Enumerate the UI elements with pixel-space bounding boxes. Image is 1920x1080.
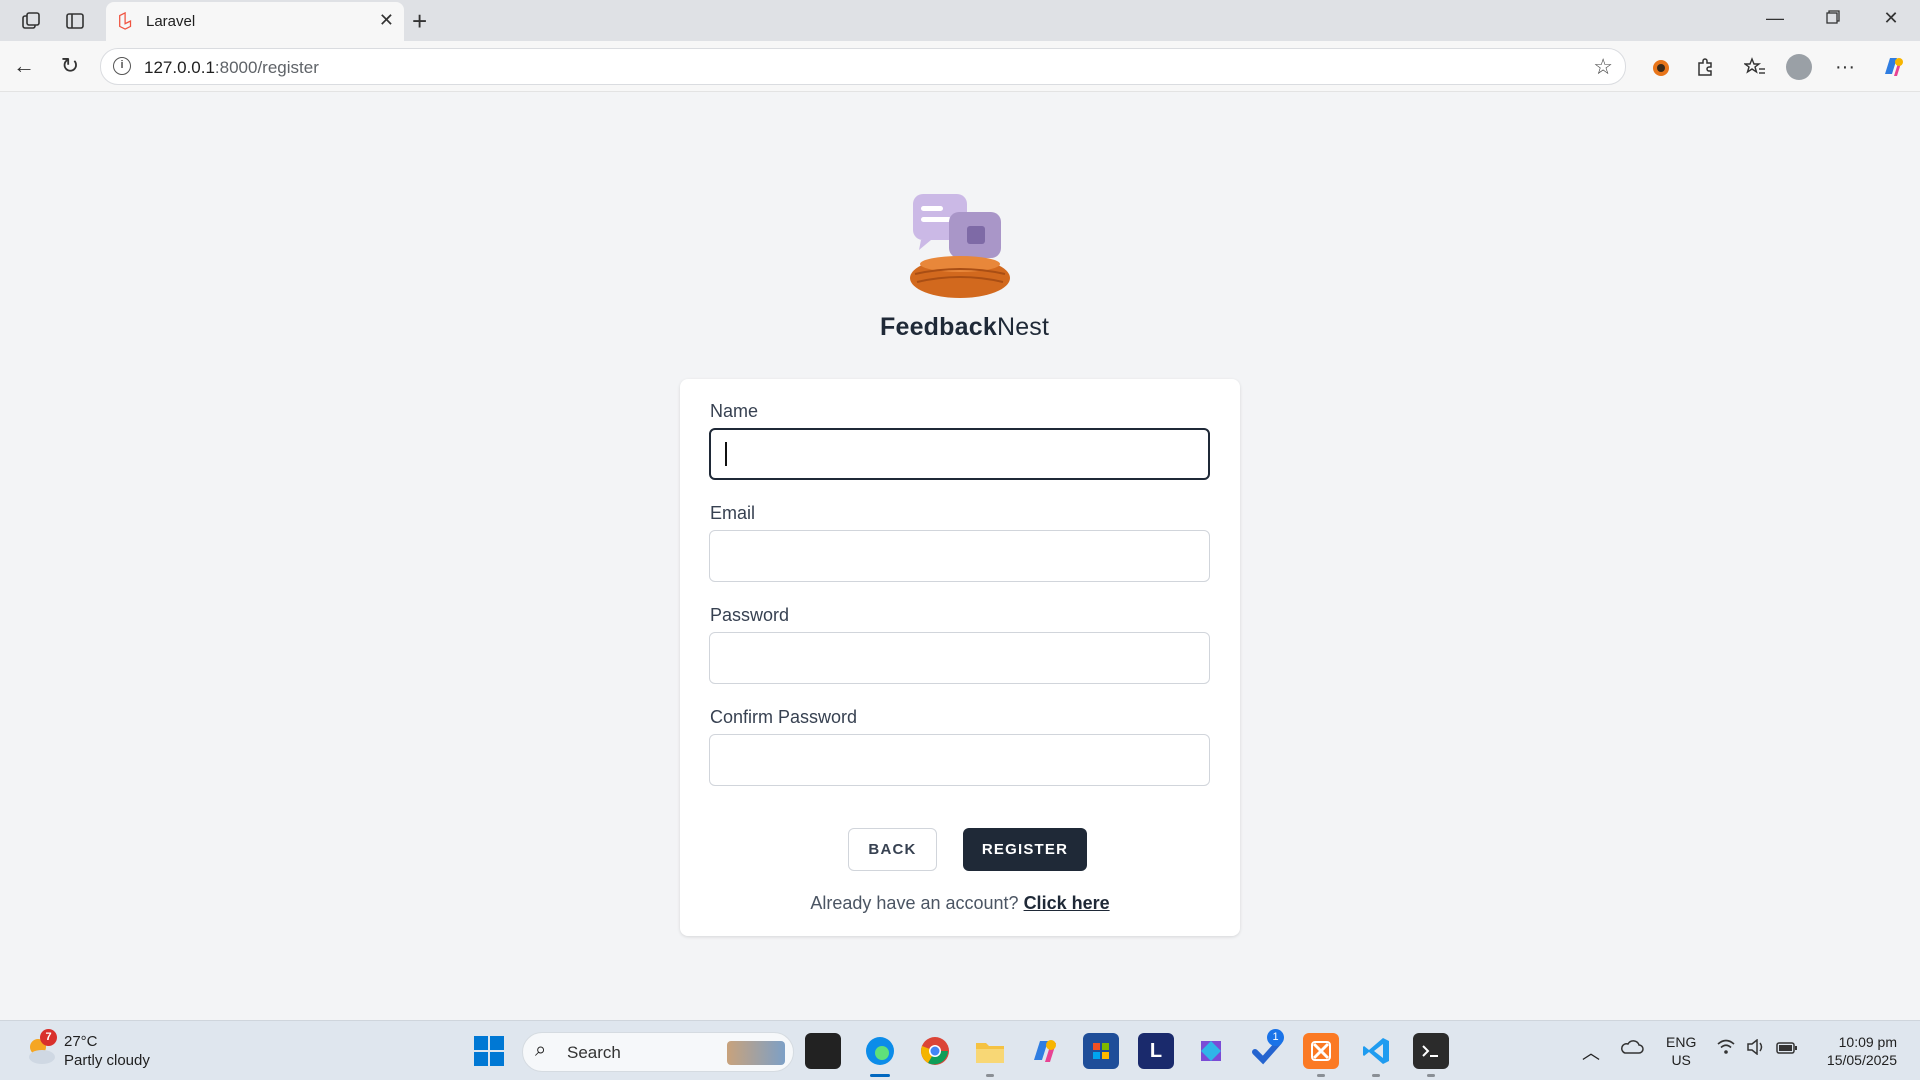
tab-title: Laravel	[146, 13, 196, 30]
battery-icon[interactable]	[1776, 1039, 1798, 1060]
close-tab-icon[interactable]: ✕	[379, 10, 394, 31]
weather-badge: 7	[40, 1029, 57, 1046]
language-code: ENG	[1666, 1034, 1697, 1050]
clock-time: 10:09 pm	[1838, 1034, 1897, 1050]
weather-condition: Partly cloudy	[64, 1052, 150, 1069]
favorite-star-icon[interactable]: ☆	[1593, 54, 1613, 80]
name-input[interactable]	[709, 428, 1210, 480]
search-icon: ⌕	[535, 1039, 547, 1061]
clock-date: 15/05/2025	[1826, 1052, 1897, 1068]
microsoft-store-icon[interactable]	[1083, 1033, 1119, 1069]
new-tab-icon[interactable]: +	[412, 6, 427, 37]
todo-badge: 1	[1267, 1029, 1284, 1046]
copilot-icon[interactable]	[1878, 52, 1908, 82]
login-prompt: Already have an account? Click here	[680, 893, 1240, 914]
extension-icon[interactable]	[1646, 52, 1676, 82]
edge-icon[interactable]	[862, 1033, 898, 1077]
vertical-tabs-icon[interactable]	[62, 8, 88, 34]
url-host: 127.0.0.1	[144, 58, 215, 77]
brand-name: FeedbackNest	[880, 313, 1049, 342]
search-placeholder: Search	[567, 1043, 621, 1062]
back-button[interactable]: BACK	[848, 828, 937, 871]
register-card: Name Email Password Confirm Password BAC…	[680, 379, 1240, 936]
volume-icon[interactable]	[1746, 1038, 1766, 1060]
login-prompt-text: Already have an account?	[810, 893, 1019, 913]
password-label: Password	[710, 605, 790, 625]
url-text: 127.0.0.1:8000/register	[144, 58, 319, 78]
email-input[interactable]	[709, 530, 1210, 582]
close-window-icon[interactable]: ✕	[1876, 8, 1906, 29]
restore-icon[interactable]	[1818, 8, 1848, 29]
login-link[interactable]: Click here	[1024, 893, 1110, 913]
brand-name-regular: Nest	[996, 313, 1050, 341]
chrome-icon[interactable]	[917, 1033, 953, 1069]
search-highlight-image	[727, 1041, 785, 1065]
email-label: Email	[710, 503, 756, 523]
taskbar-search[interactable]: ⌕ Search	[522, 1032, 794, 1072]
temperature: 27°C	[64, 1033, 98, 1050]
region-code: US	[1671, 1052, 1691, 1068]
confirm-password-input[interactable]	[709, 734, 1210, 786]
address-toolbar: ← ↻ i 127.0.0.1:8000/register ☆ ···	[0, 41, 1920, 92]
file-explorer-icon[interactable]	[972, 1033, 1008, 1077]
xampp-icon[interactable]	[1303, 1033, 1339, 1077]
l-app-icon[interactable]: L	[1138, 1033, 1174, 1069]
url-path: :8000/register	[214, 58, 319, 77]
start-icon[interactable]	[474, 1036, 504, 1066]
onedrive-icon[interactable]	[1620, 1039, 1644, 1060]
address-bar[interactable]: i 127.0.0.1:8000/register ☆	[100, 48, 1626, 85]
text-caret	[725, 442, 727, 466]
favorites-icon[interactable]	[1740, 52, 1770, 82]
taskbar: 7 27°C Partly cloudy ⌕ Search L 1 ︿ ENG …	[0, 1020, 1920, 1080]
wifi-icon[interactable]	[1716, 1039, 1736, 1060]
workspaces-icon[interactable]	[18, 8, 44, 34]
feedbacknest-logo	[905, 190, 1015, 300]
vscode-icon[interactable]	[1358, 1033, 1394, 1077]
refresh-icon[interactable]: ↻	[56, 52, 84, 80]
laravel-icon	[116, 11, 136, 32]
confirm-password-label: Confirm Password	[710, 707, 858, 727]
password-input[interactable]	[709, 632, 1210, 684]
register-button[interactable]: REGISTER	[963, 828, 1087, 871]
profile-icon[interactable]	[1784, 52, 1814, 82]
puzzle-icon[interactable]	[1690, 52, 1720, 82]
chevron-up-icon[interactable]: ︿	[1582, 1039, 1600, 1065]
avatar	[1786, 54, 1812, 80]
microsoft365-icon[interactable]	[1193, 1033, 1229, 1069]
browser-tab[interactable]: Laravel ✕	[106, 2, 404, 41]
language-indicator[interactable]: ENG US	[1666, 1033, 1696, 1069]
terminal-icon[interactable]	[1413, 1033, 1449, 1077]
back-icon[interactable]: ←	[10, 52, 38, 80]
brand-name-bold: Feedback	[880, 313, 997, 341]
minimize-icon[interactable]: —	[1760, 8, 1790, 29]
task-view-icon[interactable]	[805, 1033, 841, 1069]
browser-tabbar: Laravel ✕ + — ✕	[0, 0, 1920, 41]
system-clock[interactable]: 10:09 pm 15/05/2025	[1827, 1033, 1897, 1069]
copilot-app-icon[interactable]	[1027, 1033, 1063, 1069]
name-label: Name	[710, 401, 759, 421]
info-icon[interactable]: i	[113, 57, 131, 75]
more-icon[interactable]: ···	[1830, 52, 1860, 82]
